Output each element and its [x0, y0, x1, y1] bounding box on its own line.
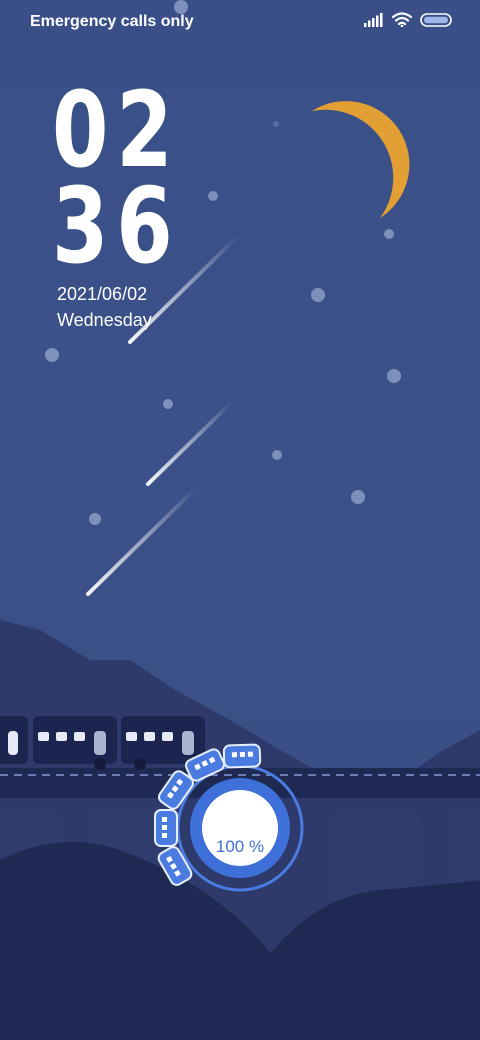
lock-date: 2021/06/02: [57, 284, 148, 304]
clock-minute: 36: [52, 165, 181, 287]
charging-percent: 100 %: [215, 837, 265, 856]
crescent-moon: [273, 101, 410, 218]
lock-screen: Emergency calls only 02 36 2021/06/02 We…: [0, 0, 480, 1040]
lock-weekday: Wednesday: [57, 310, 152, 330]
status-bar: Emergency calls only: [0, 0, 480, 44]
charging-indicator: 100 %: [190, 797, 290, 897]
status-icons: [364, 12, 452, 27]
carrier-label: Emergency calls only: [30, 13, 194, 30]
lock-clock: 02 36: [52, 69, 217, 287]
signal-icon: [364, 12, 383, 27]
wifi-icon: [392, 12, 412, 27]
clock-hour: 02: [52, 69, 181, 191]
battery-icon: [420, 12, 452, 27]
